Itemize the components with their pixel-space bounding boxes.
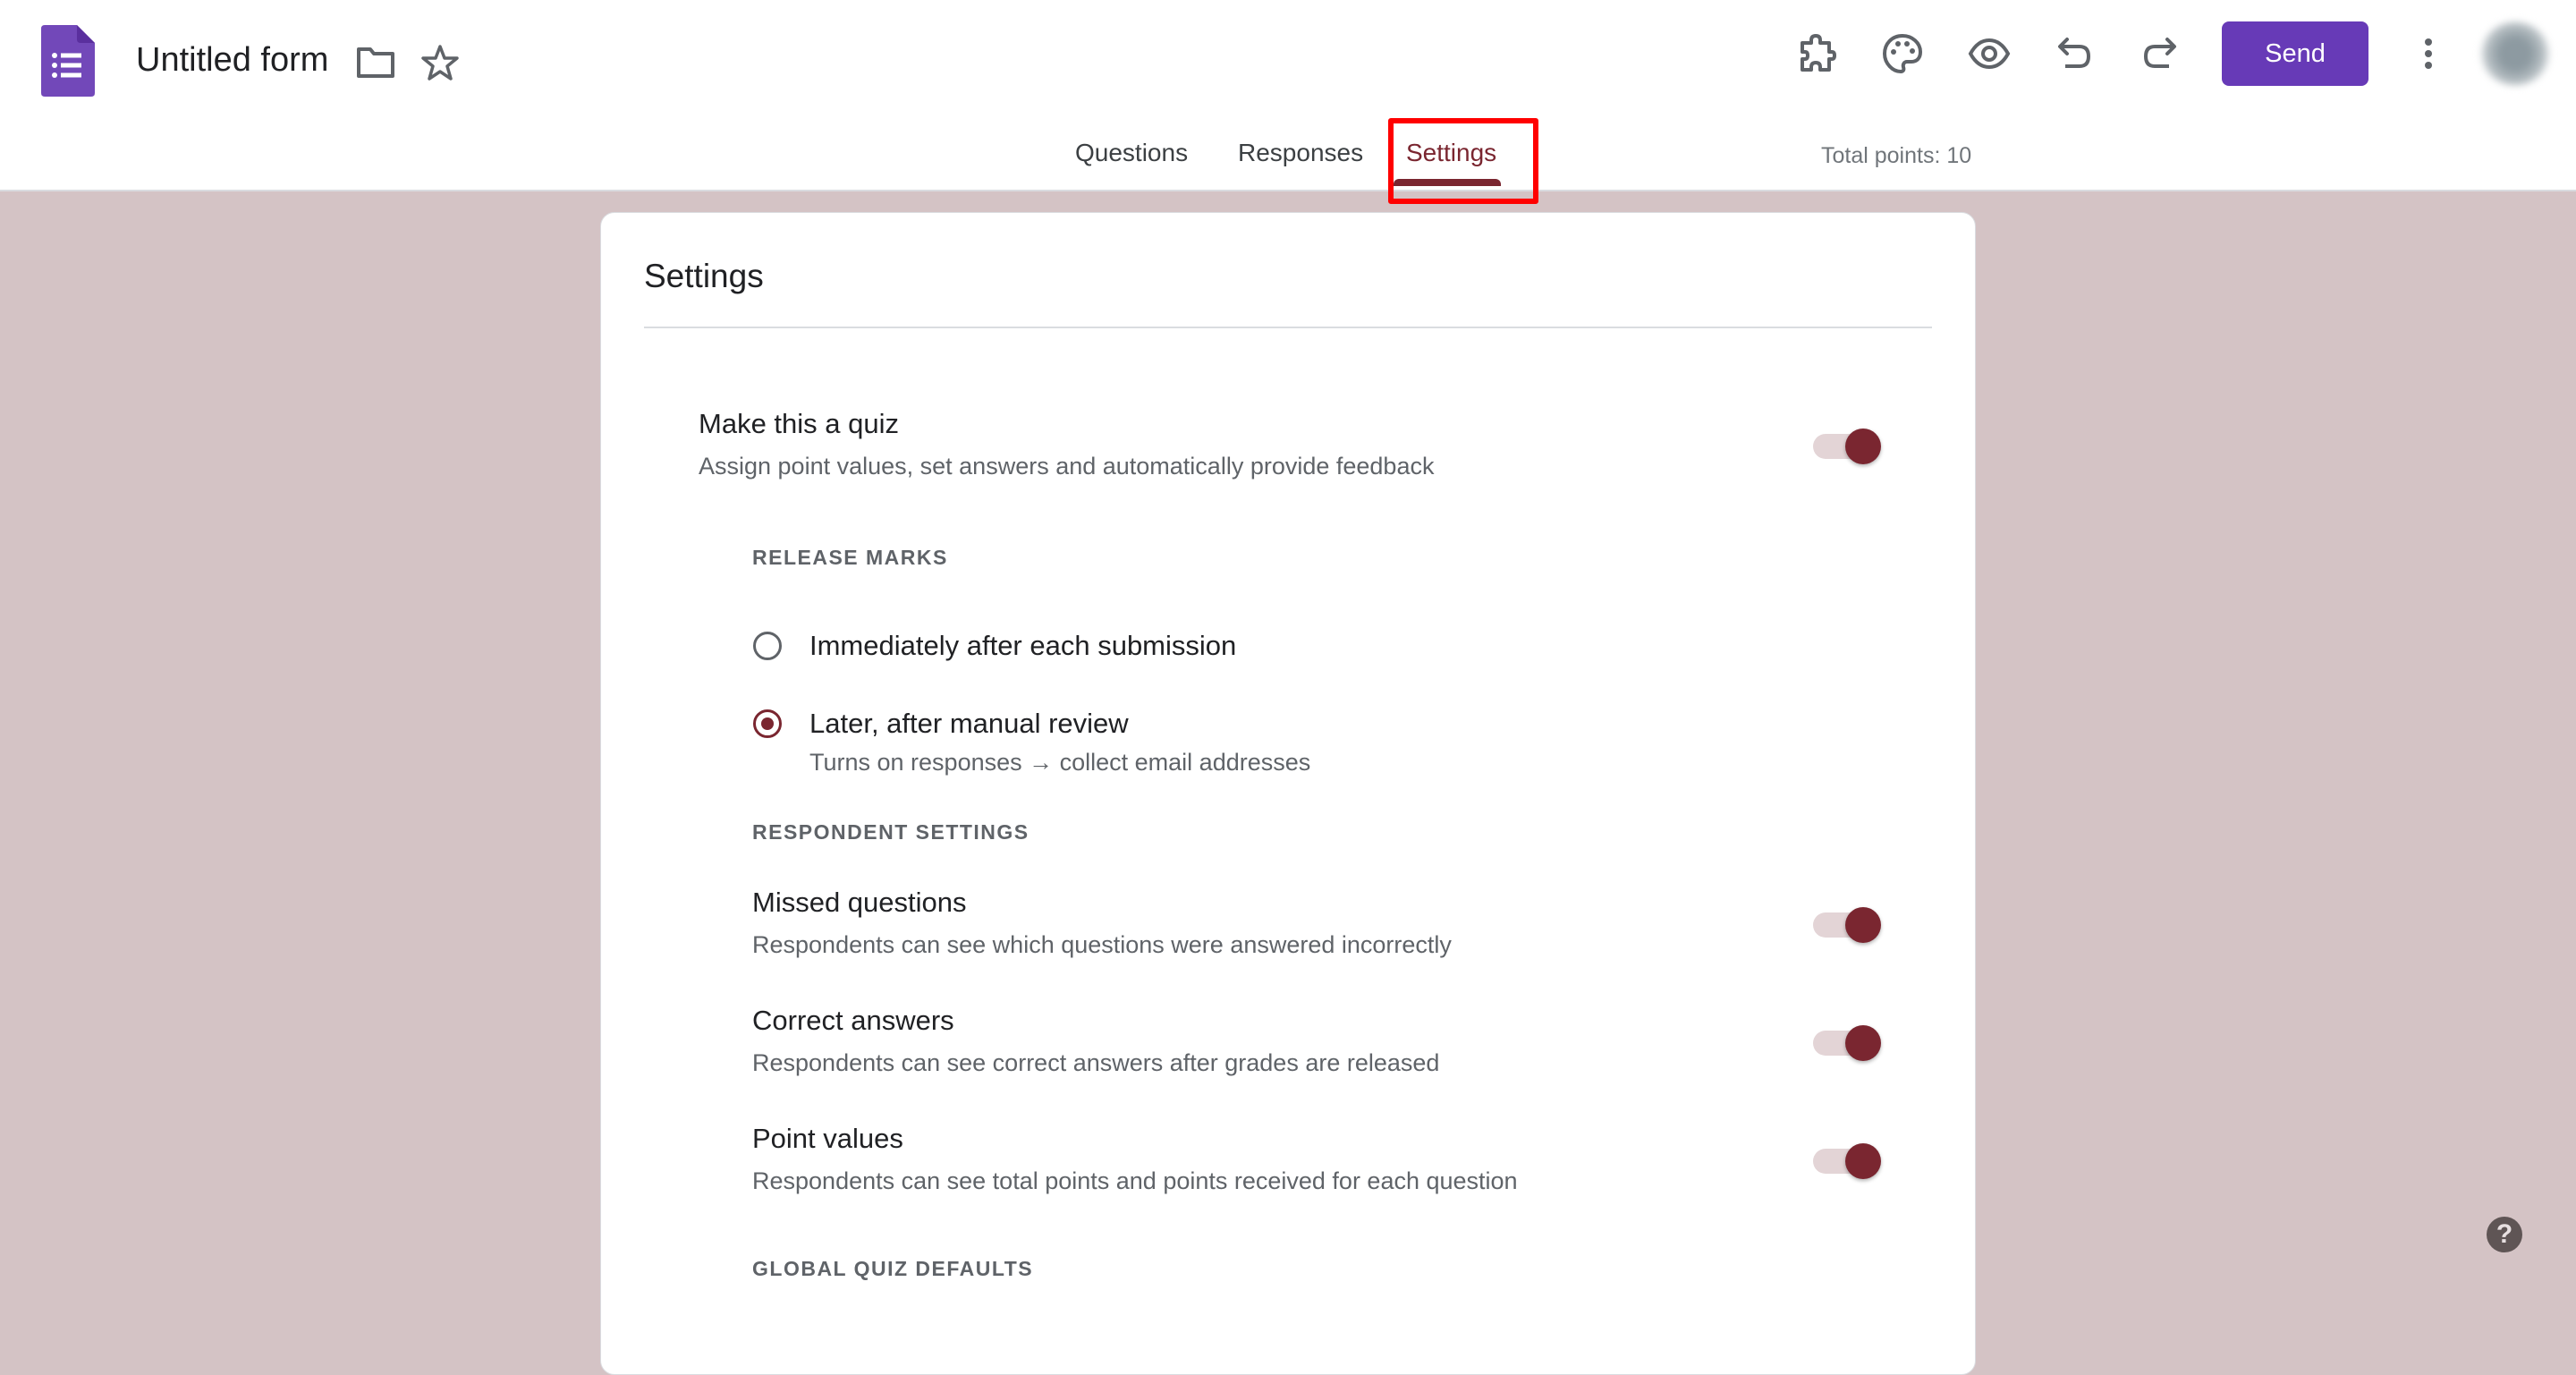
tab-bar: Questions Responses Settings bbox=[0, 139, 2576, 174]
correct-answers-toggle[interactable] bbox=[1813, 1023, 1885, 1063]
google-forms-logo[interactable] bbox=[41, 25, 95, 97]
quiz-setting-title: Make this a quiz bbox=[699, 408, 899, 439]
settings-title: Settings bbox=[644, 258, 764, 294]
more-vert-icon[interactable] bbox=[2415, 32, 2442, 75]
tab-settings[interactable]: Settings bbox=[1406, 139, 1496, 167]
point-values-toggle[interactable] bbox=[1813, 1142, 1885, 1181]
radio-later-note: Turns on responses → collect email addre… bbox=[809, 749, 1311, 776]
radio-immediately[interactable] bbox=[751, 630, 787, 666]
settings-card: Settings Make this a quiz Assign point v… bbox=[600, 212, 1976, 1375]
correct-answers-description: Respondents can see correct answers afte… bbox=[752, 1049, 1440, 1076]
radio-ring bbox=[753, 632, 782, 660]
radio-immediately-label[interactable]: Immediately after each submission bbox=[809, 630, 1236, 662]
tab-responses[interactable]: Responses bbox=[1238, 139, 1363, 167]
point-values-title: Point values bbox=[752, 1123, 903, 1154]
make-quiz-toggle[interactable] bbox=[1813, 427, 1885, 466]
toggle-knob bbox=[1845, 429, 1881, 464]
missed-questions-description: Respondents can see which questions were… bbox=[752, 931, 1452, 958]
toggle-knob bbox=[1845, 907, 1881, 943]
correct-answers-title: Correct answers bbox=[752, 1005, 954, 1036]
radio-later[interactable] bbox=[751, 708, 787, 743]
redo-icon[interactable] bbox=[2139, 32, 2182, 75]
missed-questions-toggle[interactable] bbox=[1813, 905, 1885, 945]
total-points: Total points: 10 bbox=[1821, 143, 1972, 168]
undo-icon[interactable] bbox=[2053, 32, 2096, 75]
help-icon[interactable]: ? bbox=[2487, 1217, 2522, 1252]
account-avatar[interactable] bbox=[2479, 21, 2551, 86]
release-marks-label: RELEASE MARKS bbox=[752, 546, 948, 569]
respondent-settings-label: RESPONDENT SETTINGS bbox=[752, 820, 1030, 844]
radio-dot bbox=[761, 717, 774, 730]
radio-later-label[interactable]: Later, after manual review bbox=[809, 708, 1129, 740]
tab-questions[interactable]: Questions bbox=[1075, 139, 1188, 167]
eye-icon[interactable] bbox=[1968, 32, 2011, 75]
puzzle-icon[interactable] bbox=[1795, 32, 1838, 75]
toggle-knob bbox=[1845, 1025, 1881, 1061]
palette-icon[interactable] bbox=[1881, 32, 1924, 75]
point-values-description: Respondents can see total points and poi… bbox=[752, 1167, 1518, 1194]
missed-questions-title: Missed questions bbox=[752, 887, 967, 918]
toggle-knob bbox=[1845, 1143, 1881, 1179]
folder-icon[interactable] bbox=[356, 47, 395, 79]
divider bbox=[644, 327, 1932, 328]
active-tab-indicator bbox=[1394, 179, 1501, 186]
app-header: Untitled form Send Questions Responses S… bbox=[0, 0, 2576, 204]
star-icon[interactable] bbox=[420, 43, 460, 82]
send-button[interactable]: Send bbox=[2222, 21, 2368, 86]
quiz-setting-description: Assign point values, set answers and aut… bbox=[699, 453, 1435, 480]
document-title[interactable]: Untitled form bbox=[136, 41, 328, 80]
